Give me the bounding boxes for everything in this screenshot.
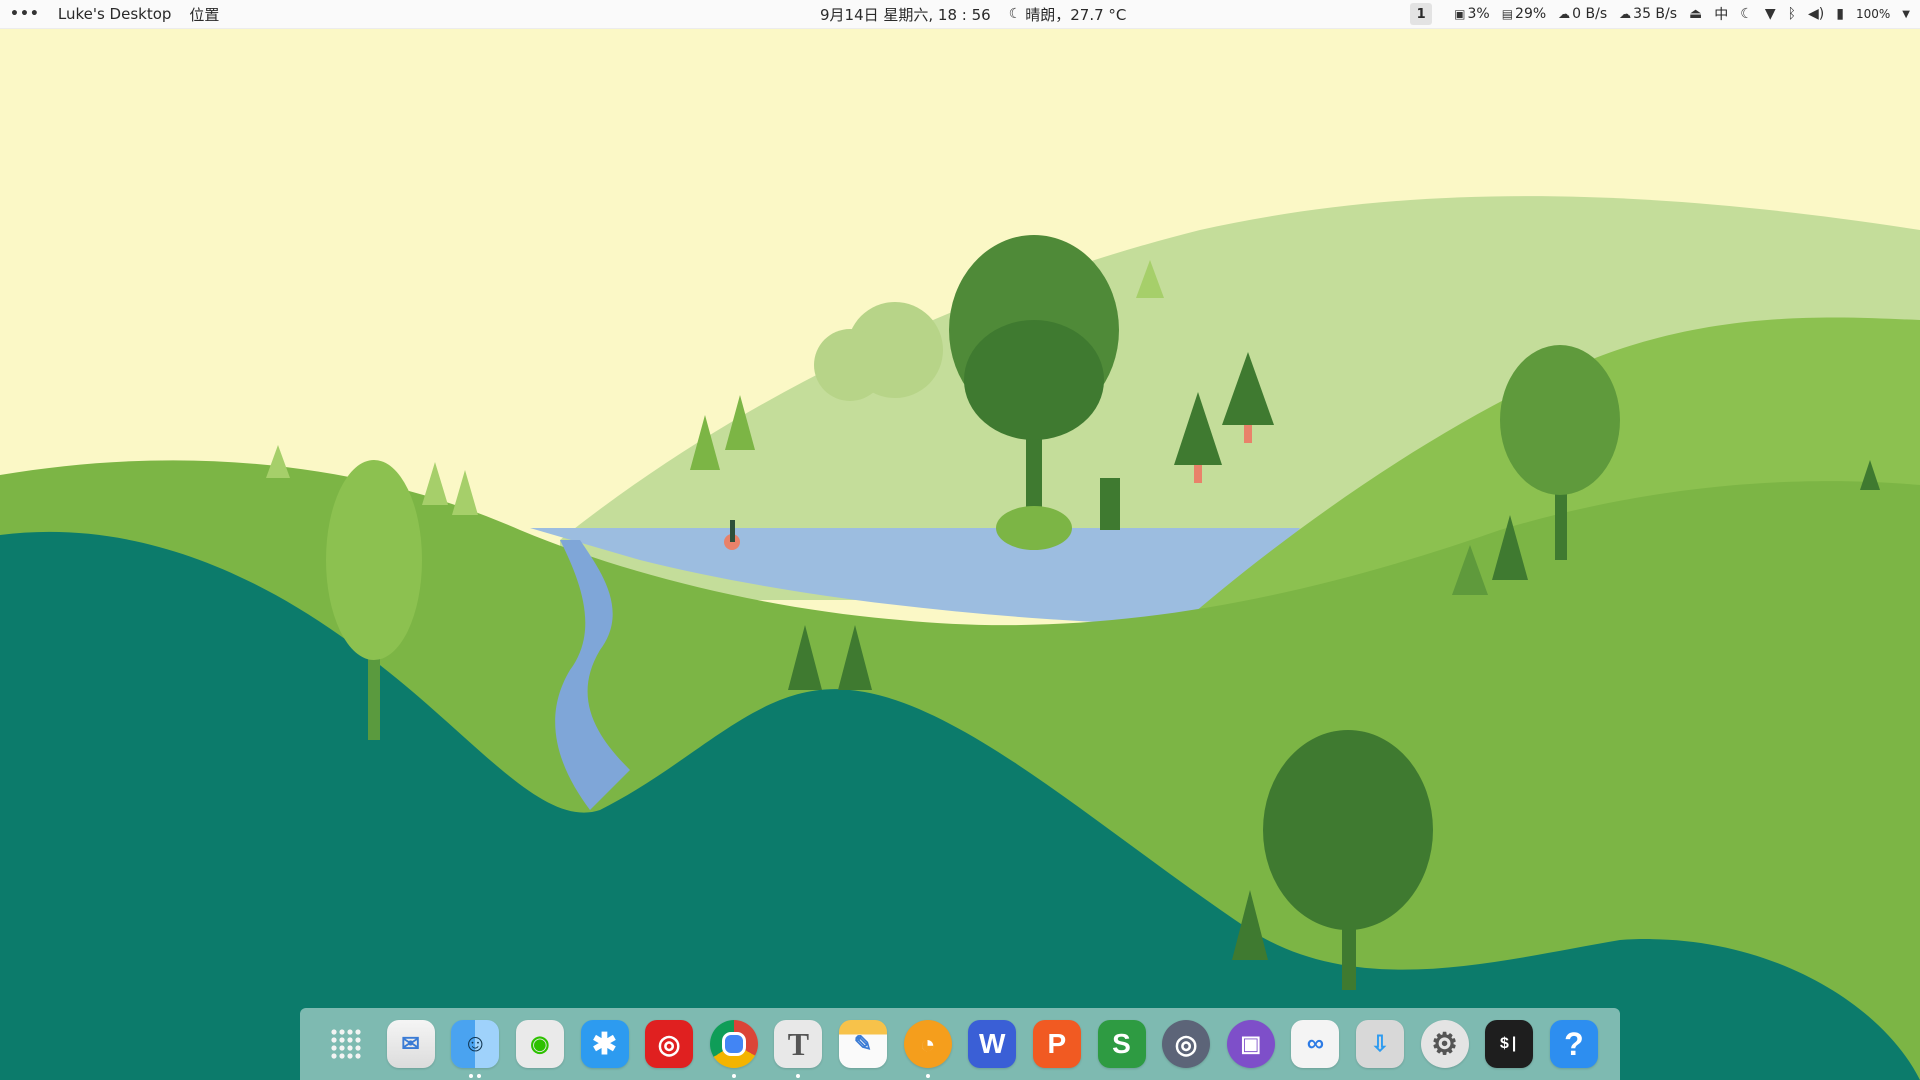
baidu-netdisk-icon[interactable]: ∞ <box>1291 1020 1340 1068</box>
memory-value: 29% <box>1515 6 1547 22</box>
memory-icon: ▤ <box>1501 7 1514 21</box>
night-mode-icon[interactable]: ☾ <box>1740 6 1753 22</box>
dock: ✉ ☺ ◉ ✱ ◎ T ✎ ◔ W P S ◎ ▣ ∞ ⇩ ⚙ $| ? <box>300 1008 1620 1080</box>
settings-icon[interactable]: ⚙ <box>1420 1020 1469 1068</box>
screenshot-icon[interactable]: ◎ <box>1162 1020 1211 1068</box>
desktop-name[interactable]: Luke's Desktop <box>58 5 172 23</box>
weather-text: 晴朗，27.7 °C <box>1025 5 1127 24</box>
moon-icon: ☾ <box>1008 6 1022 22</box>
mail-icon[interactable]: ✉ <box>386 1020 435 1068</box>
netease-music-icon[interactable]: ◎ <box>645 1020 694 1068</box>
chrome-center-icon <box>721 1032 746 1056</box>
finder-icon[interactable]: ☺ <box>451 1020 500 1078</box>
cloud-download-icon: ☁ <box>1558 7 1571 21</box>
chevron-down-icon[interactable]: ▼ <box>1902 9 1910 20</box>
notes-icon[interactable]: ✎ <box>839 1020 887 1068</box>
upload-speed[interactable]: ☁ 35 B/s <box>1619 6 1677 22</box>
datetime[interactable]: 9月14日 星期六, 18 : 56 <box>820 4 991 25</box>
wps-spreadsheet-icon[interactable]: S <box>1097 1020 1146 1068</box>
app-store-icon[interactable]: ✱ <box>580 1020 629 1068</box>
wechat-icon[interactable]: ◉ <box>515 1020 564 1068</box>
chrome-icon[interactable] <box>709 1020 758 1078</box>
cloud-upload-icon: ☁ <box>1619 7 1632 21</box>
typora-icon[interactable]: T <box>774 1020 823 1078</box>
calculator-icon[interactable]: ▣ <box>1226 1020 1275 1068</box>
bluetooth-icon[interactable]: ᛒ <box>1788 6 1796 22</box>
download-speed[interactable]: ☁ 0 B/s <box>1558 6 1607 22</box>
help-icon[interactable]: ? <box>1549 1020 1598 1068</box>
terminal-icon[interactable]: $| <box>1485 1020 1534 1068</box>
grid-icon <box>331 1029 361 1059</box>
wifi-icon[interactable]: ▼ <box>1765 6 1776 22</box>
disk-value: 3% <box>1467 6 1490 22</box>
disk-icon: ▣ <box>1454 7 1466 21</box>
input-method[interactable]: 中 <box>1714 4 1728 24</box>
downloader-icon[interactable]: ⇩ <box>1356 1020 1404 1068</box>
wps-presentation-icon[interactable]: P <box>1032 1020 1081 1068</box>
memory-usage[interactable]: ▤ 29% <box>1502 6 1546 22</box>
download-value: 0 B/s <box>1572 6 1608 22</box>
eject-icon[interactable]: ⏏ <box>1689 6 1702 22</box>
browser-icon[interactable]: ◔ <box>903 1020 952 1078</box>
battery-level[interactable]: 100% <box>1856 7 1890 21</box>
top-panel: ••• Luke's Desktop 位置 9月14日 星期六, 18 : 56… <box>0 0 1920 29</box>
app-launcher-icon[interactable] <box>322 1020 370 1068</box>
weather[interactable]: ☾ 晴朗，27.7 °C <box>1009 4 1127 25</box>
battery-icon[interactable]: ▮ <box>1836 6 1844 22</box>
upload-value: 35 B/s <box>1633 6 1678 22</box>
location-menu[interactable]: 位置 <box>189 4 219 25</box>
desktop-wallpaper <box>0 28 1920 1080</box>
disk-usage[interactable]: ▣ 3% <box>1454 6 1490 22</box>
menu-dots-icon[interactable]: ••• <box>10 6 40 22</box>
workspace-indicator[interactable]: 1 <box>1410 3 1433 25</box>
wps-writer-icon[interactable]: W <box>968 1020 1017 1068</box>
volume-icon[interactable]: ◀) <box>1808 6 1824 22</box>
